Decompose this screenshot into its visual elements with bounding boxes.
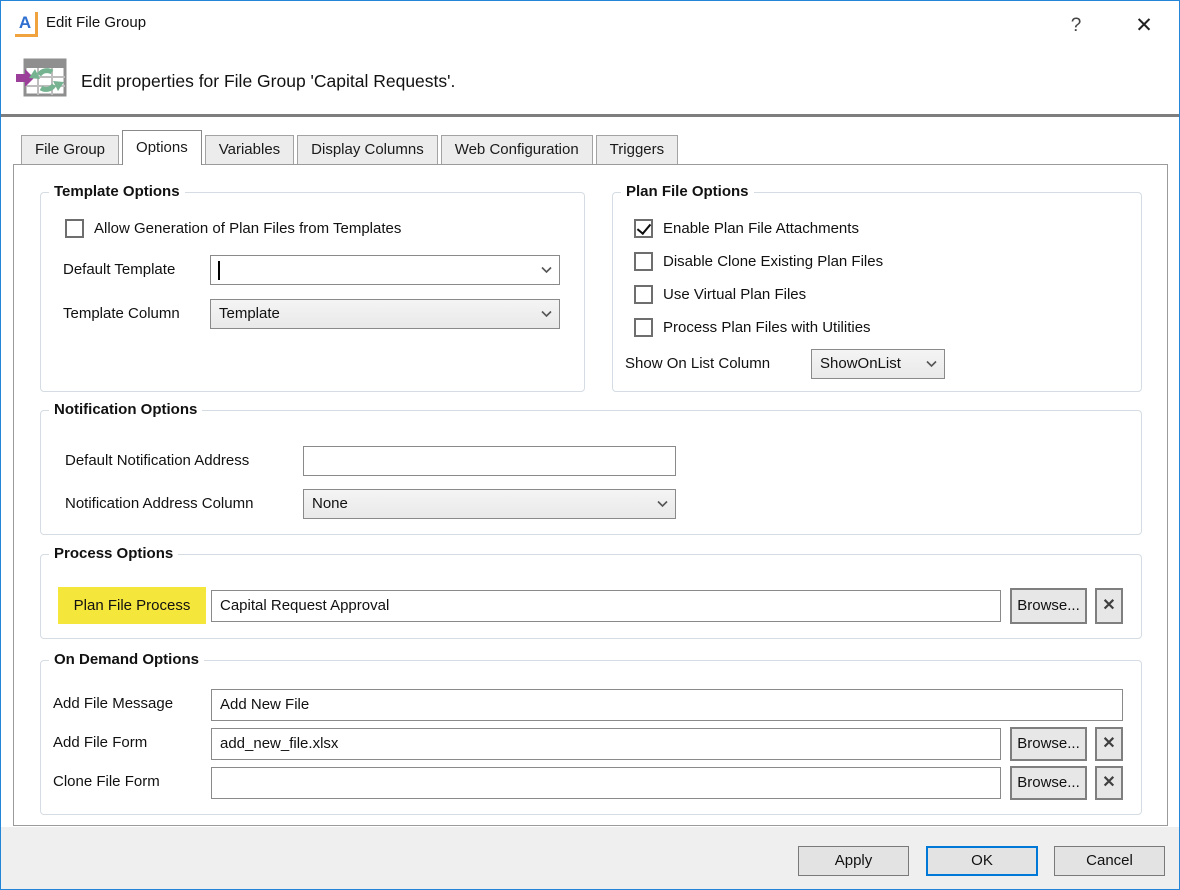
help-button[interactable]: ? (1063, 13, 1089, 39)
notification-options-title: Notification Options (49, 401, 202, 418)
window-title: Edit File Group (46, 14, 146, 31)
on-demand-options-title: On Demand Options (49, 651, 204, 668)
plan-file-process-clear-button[interactable]: ✕ (1095, 588, 1123, 624)
add-file-message-label: Add File Message (53, 695, 173, 712)
allow-generation-label: Allow Generation of Plan Files from Temp… (94, 220, 401, 237)
process-options-title: Process Options (49, 545, 178, 562)
plan-file-options-title: Plan File Options (621, 183, 754, 200)
close-icon[interactable]: ✕ (1129, 11, 1159, 41)
dialog-description: Edit properties for File Group 'Capital … (81, 71, 455, 92)
plan-file-options-group: Plan File Options Enable Plan File Attac… (612, 192, 1142, 392)
default-notification-address-label: Default Notification Address (65, 452, 249, 469)
default-notification-address-input[interactable] (303, 446, 676, 476)
tab-options[interactable]: Options (122, 130, 202, 165)
process-options-group: Process Options Plan File Process Capita… (40, 554, 1142, 639)
allow-generation-checkbox[interactable] (65, 219, 84, 238)
options-tab-panel: Template Options Allow Generation of Pla… (13, 164, 1168, 826)
show-on-list-column-combobox[interactable]: ShowOnList (811, 349, 945, 379)
disable-clone-existing-label: Disable Clone Existing Plan Files (663, 253, 883, 270)
edit-file-group-dialog: A Edit File Group ? ✕ Edit properties fo… (0, 0, 1180, 890)
process-plan-files-utilities-label: Process Plan Files with Utilities (663, 319, 871, 336)
add-file-form-input[interactable]: add_new_file.xlsx (211, 728, 1001, 760)
default-template-combobox[interactable] (210, 255, 560, 285)
notification-options-group: Notification Options Default Notificatio… (40, 410, 1142, 535)
tab-file-group[interactable]: File Group (21, 135, 119, 164)
use-virtual-plan-files-label: Use Virtual Plan Files (663, 286, 806, 303)
add-file-form-label: Add File Form (53, 734, 147, 751)
default-template-label: Default Template (63, 261, 175, 278)
enable-plan-file-attachments-label: Enable Plan File Attachments (663, 220, 859, 237)
clone-file-form-input[interactable] (211, 767, 1001, 799)
template-column-label: Template Column (63, 305, 180, 322)
plan-file-process-browse-button[interactable]: Browse... (1010, 588, 1087, 624)
chevron-down-icon (657, 501, 668, 508)
text-caret (218, 261, 220, 280)
notification-address-column-combobox[interactable]: None (303, 489, 676, 519)
disable-clone-existing-checkbox[interactable] (634, 252, 653, 271)
show-on-list-column-label: Show On List Column (625, 355, 770, 372)
template-options-title: Template Options (49, 183, 185, 200)
file-group-sync-icon (15, 57, 67, 103)
enable-plan-file-attachments-checkbox[interactable] (634, 219, 653, 238)
ok-button[interactable]: OK (926, 846, 1038, 876)
chevron-down-icon (926, 361, 937, 368)
chevron-down-icon (541, 311, 552, 318)
titlebar: A Edit File Group ? ✕ (1, 1, 1179, 47)
clone-file-form-label: Clone File Form (53, 773, 160, 790)
tab-variables[interactable]: Variables (205, 135, 294, 164)
plan-file-process-label: Plan File Process (58, 587, 206, 624)
apply-button[interactable]: Apply (798, 846, 909, 876)
template-column-combobox[interactable]: Template (210, 299, 560, 329)
process-plan-files-utilities-checkbox[interactable] (634, 318, 653, 337)
app-logo-icon: A (15, 12, 38, 37)
add-file-message-input[interactable]: Add New File (211, 689, 1123, 721)
tab-display-columns[interactable]: Display Columns (297, 135, 438, 164)
tab-strip: File Group Options Variables Display Col… (21, 130, 678, 165)
notification-address-column-label: Notification Address Column (65, 495, 253, 512)
use-virtual-plan-files-checkbox[interactable] (634, 285, 653, 304)
header-separator (1, 114, 1179, 117)
tab-web-configuration[interactable]: Web Configuration (441, 135, 593, 164)
footer-bar: Apply OK Cancel (1, 827, 1179, 890)
clone-file-form-clear-button[interactable]: ✕ (1095, 766, 1123, 800)
on-demand-options-group: On Demand Options Add File Message Add N… (40, 660, 1142, 815)
add-file-form-clear-button[interactable]: ✕ (1095, 727, 1123, 761)
add-file-form-browse-button[interactable]: Browse... (1010, 727, 1087, 761)
plan-file-process-input[interactable]: Capital Request Approval (211, 590, 1001, 622)
chevron-down-icon (541, 267, 552, 274)
cancel-button[interactable]: Cancel (1054, 846, 1165, 876)
template-options-group: Template Options Allow Generation of Pla… (40, 192, 585, 392)
tab-triggers[interactable]: Triggers (596, 135, 678, 164)
clone-file-form-browse-button[interactable]: Browse... (1010, 766, 1087, 800)
